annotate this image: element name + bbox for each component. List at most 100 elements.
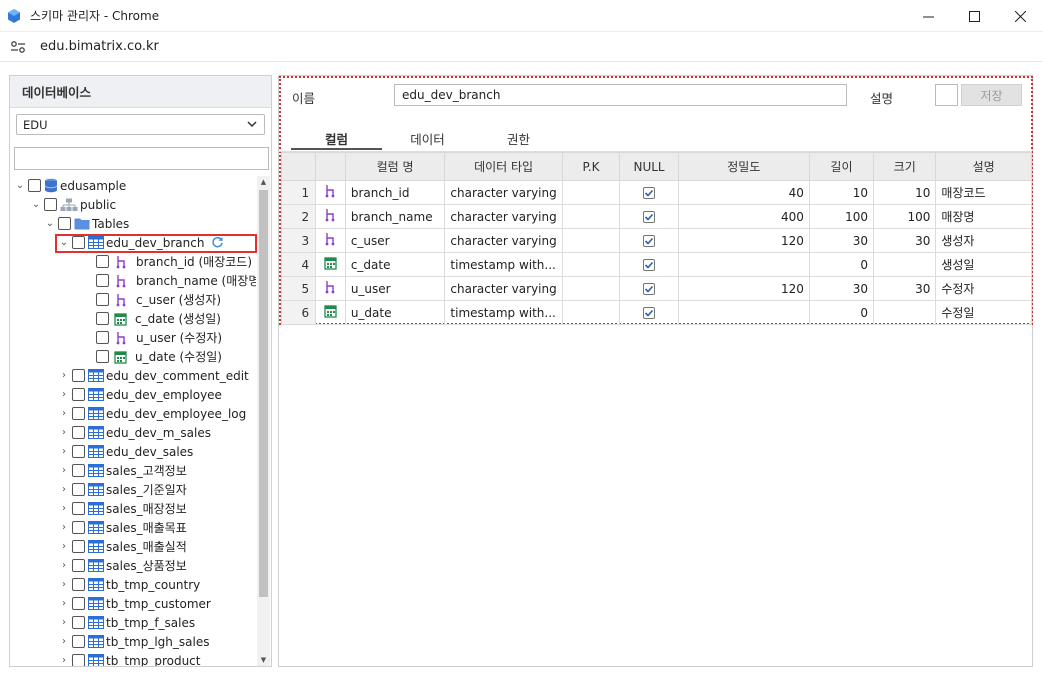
tree-checkbox[interactable] xyxy=(72,445,85,458)
chevron-right-icon[interactable]: › xyxy=(58,465,70,476)
cell-description[interactable]: 생성자 xyxy=(935,228,1032,253)
column-header[interactable]: 컬럼 명 xyxy=(344,152,446,181)
tree-checkbox[interactable] xyxy=(72,407,85,420)
tab-permissions[interactable]: 권한 xyxy=(473,122,564,150)
cell-description[interactable]: 매장코드 xyxy=(935,180,1032,205)
null-checkbox[interactable] xyxy=(643,259,656,271)
chevron-right-icon[interactable]: › xyxy=(58,427,70,438)
tree-checkbox[interactable] xyxy=(96,331,109,344)
tree-node-table[interactable]: › sales_매장정보 xyxy=(58,499,187,518)
cell-length[interactable]: 30 xyxy=(808,276,875,301)
tree-node-column[interactable]: u_user (수정자) xyxy=(82,328,222,347)
tree-checkbox[interactable] xyxy=(72,654,85,666)
tree-checkbox[interactable] xyxy=(72,578,85,591)
cell-pk[interactable] xyxy=(561,180,621,205)
tree-checkbox[interactable] xyxy=(96,293,109,306)
cell-data-type[interactable]: character varying xyxy=(444,276,563,301)
cell-size[interactable]: 100 xyxy=(873,204,937,229)
maximize-button[interactable] xyxy=(951,0,997,32)
close-button[interactable] xyxy=(997,0,1043,32)
null-checkbox[interactable] xyxy=(643,187,656,199)
tree-node-column[interactable]: c_user (생성자) xyxy=(82,290,221,309)
tree-node-table[interactable]: › sales_기준일자 xyxy=(58,480,187,499)
cell-length[interactable]: 10 xyxy=(808,180,875,205)
tree-checkbox[interactable] xyxy=(72,635,85,648)
tree-checkbox[interactable] xyxy=(96,312,109,325)
cell-length[interactable]: 0 xyxy=(808,300,875,325)
tree-checkbox[interactable] xyxy=(72,540,85,553)
save-button[interactable]: 저장 xyxy=(961,84,1022,106)
cell-precision[interactable]: 40 xyxy=(677,180,810,205)
column-header[interactable]: 정밀도 xyxy=(677,152,810,181)
tree-checkbox[interactable] xyxy=(28,179,41,192)
chevron-right-icon[interactable]: › xyxy=(58,560,70,571)
column-header[interactable]: 크기 xyxy=(873,152,937,181)
chevron-right-icon[interactable]: › xyxy=(58,370,70,381)
cell-size[interactable]: 10 xyxy=(873,180,937,205)
cell-size[interactable] xyxy=(873,252,937,277)
column-header[interactable]: NULL xyxy=(619,152,679,181)
chevron-right-icon[interactable]: › xyxy=(58,503,70,514)
chevron-down-icon[interactable]: ⌄ xyxy=(44,218,56,229)
tree-checkbox[interactable] xyxy=(72,559,85,572)
site-settings-icon[interactable] xyxy=(10,40,26,54)
cell-data-type[interactable]: timestamp with... xyxy=(444,252,563,277)
table-row[interactable]: 2 branch_name character varying 400 100 100 매장… xyxy=(280,204,1032,229)
tree-checkbox[interactable] xyxy=(72,426,85,439)
null-checkbox[interactable] xyxy=(643,307,656,319)
chevron-down-icon[interactable]: ⌄ xyxy=(14,180,26,191)
chevron-right-icon[interactable]: › xyxy=(58,636,70,647)
tree-node-table[interactable]: › tb_tmp_country xyxy=(58,575,200,594)
column-header[interactable]: 길이 xyxy=(808,152,875,181)
chevron-right-icon[interactable]: › xyxy=(58,655,70,666)
table-row[interactable]: 5 u_user character varying 120 30 30 수정자 xyxy=(280,276,1032,301)
cell-null[interactable] xyxy=(619,228,679,253)
tree-node-table[interactable]: › tb_tmp_product xyxy=(58,651,201,666)
url-text[interactable]: edu.bimatrix.co.kr xyxy=(40,39,159,54)
cell-description[interactable]: 수정자 xyxy=(935,276,1032,301)
cell-null[interactable] xyxy=(619,180,679,205)
tree-checkbox[interactable] xyxy=(72,464,85,477)
cell-precision[interactable]: 120 xyxy=(677,276,810,301)
tree-scrollbar[interactable]: ▲ ▼ xyxy=(257,176,270,666)
table-row[interactable]: 3 c_user character varying 120 30 30 생성자 xyxy=(280,228,1032,253)
cell-data-type[interactable]: character varying xyxy=(444,228,563,253)
tab-data[interactable]: 데이터 xyxy=(382,122,473,150)
cell-data-type[interactable]: character varying xyxy=(444,204,563,229)
tree-node-column[interactable]: u_date (수정일) xyxy=(82,347,222,366)
cell-null[interactable] xyxy=(619,300,679,325)
cell-description[interactable]: 수정일 xyxy=(935,300,1032,325)
tree-node-tables-folder[interactable]: ⌄ Tables xyxy=(44,214,130,233)
tree-checkbox[interactable] xyxy=(72,597,85,610)
chevron-right-icon[interactable]: › xyxy=(58,522,70,533)
tree-node-table[interactable]: › tb_tmp_customer xyxy=(58,594,211,613)
cell-length[interactable]: 100 xyxy=(808,204,875,229)
chevron-right-icon[interactable]: › xyxy=(58,579,70,590)
chevron-right-icon[interactable]: › xyxy=(58,446,70,457)
null-checkbox[interactable] xyxy=(643,235,656,247)
cell-column-name[interactable]: u_user xyxy=(344,276,446,301)
cell-precision[interactable] xyxy=(677,252,810,277)
database-select[interactable]: EDU xyxy=(16,114,265,135)
cell-size[interactable]: 30 xyxy=(873,276,937,301)
description-field[interactable] xyxy=(935,84,958,106)
tree-node-table[interactable]: › sales_매출목표 xyxy=(58,518,187,537)
null-checkbox[interactable] xyxy=(643,211,656,223)
column-header[interactable]: P.K xyxy=(561,152,621,181)
cell-description[interactable]: 매장명 xyxy=(935,204,1032,229)
chevron-right-icon[interactable]: › xyxy=(58,598,70,609)
column-header[interactable]: 데이터 타입 xyxy=(444,152,563,181)
tree-checkbox[interactable] xyxy=(96,274,109,287)
chevron-right-icon[interactable]: › xyxy=(58,541,70,552)
tree-node-table[interactable]: › tb_tmp_lgh_sales xyxy=(58,632,209,651)
cell-size[interactable] xyxy=(873,300,937,325)
tree-checkbox[interactable] xyxy=(72,521,85,534)
tree-node-schema[interactable]: ⌄ public xyxy=(30,195,116,214)
tree-node-table[interactable]: › sales_고객정보 xyxy=(58,461,187,480)
chevron-right-icon[interactable]: › xyxy=(58,617,70,628)
column-header[interactable]: 설명 xyxy=(935,152,1032,181)
cell-size[interactable]: 30 xyxy=(873,228,937,253)
cell-data-type[interactable]: character varying xyxy=(444,180,563,205)
chevron-right-icon[interactable]: › xyxy=(58,408,70,419)
tree-checkbox[interactable] xyxy=(96,255,109,268)
